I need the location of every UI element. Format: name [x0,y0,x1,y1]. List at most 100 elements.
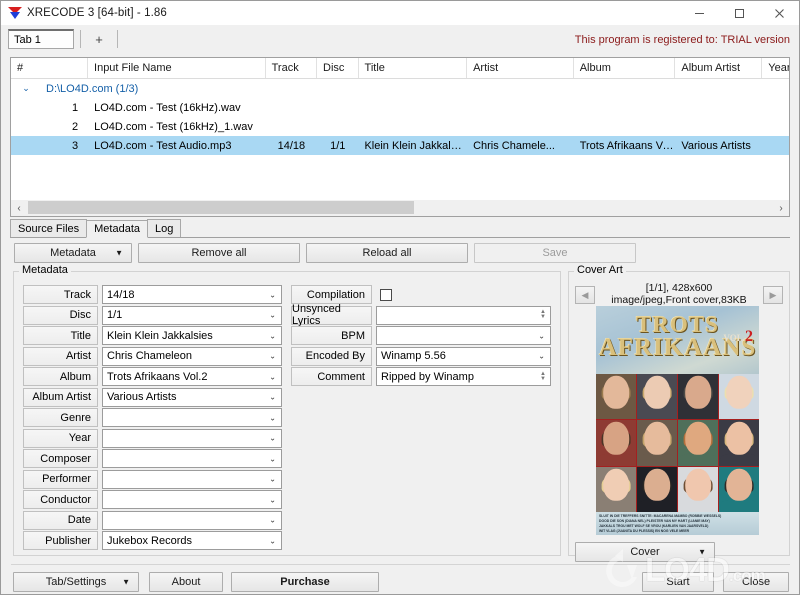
chevron-right-icon[interactable]: › [773,201,789,216]
chevron-down-icon[interactable]: ⌄ [538,331,545,340]
panel-tabs: Source Files Metadata Log [10,219,790,238]
cover-volume-label: VOL.2 [723,328,753,346]
file-list-group-row[interactable]: ⌄ D:\LO4D.com (1/3) [11,79,789,98]
field-label: Title [23,326,98,345]
chevron-down-icon[interactable]: ⌄ [269,475,276,484]
metadata-dropdown-label: Metadata [50,247,96,259]
cover-art-group-label: Cover Art [574,264,626,276]
field-input[interactable]: ⌄ [102,510,282,530]
field-label: BPM [291,326,372,345]
chevron-down-icon[interactable]: ⌄ [269,290,276,299]
spinner-icon[interactable]: ▲ ▼ [540,309,546,320]
column-header-track[interactable]: Track [266,58,317,78]
table-row[interactable]: 1 LO4D.com - Test (16kHz).wav [11,98,789,117]
xrecode-main-window: XRECODE 3 [64-bit] - 1.86 Tab 1 + This p… [0,0,800,595]
cover-face-2 [637,374,677,420]
close-button[interactable]: Close [723,572,789,592]
column-header-album[interactable]: Album [574,58,676,78]
chevron-down-icon[interactable]: ⌄ [269,516,276,525]
field-input[interactable]: ⌄ [376,326,551,345]
chevron-down-icon[interactable]: ⌄ [269,311,276,320]
field-input[interactable]: Winamp 5.56 ⌄ [376,346,551,366]
tab-settings-button[interactable]: Tab/Settings ▼ [13,572,139,592]
chevron-down-icon[interactable]: ⌄ [269,536,276,545]
file-list-header: # Input File Name Track Disc Title Artist Albu… [11,58,789,79]
tab-log[interactable]: Log [147,219,182,237]
cell-num: 3 [71,139,79,152]
file-list-horizontal-scrollbar[interactable]: ‹ › [10,200,790,217]
window-title: XRECODE 3 [64-bit] - 1.86 [27,7,167,19]
field-input[interactable]: 14/18 ⌄ [102,285,282,304]
cover-face-grid [596,374,759,512]
scrollbar-track[interactable] [27,200,773,216]
field-input[interactable]: 1/1 ⌄ [102,305,282,325]
reload-all-button[interactable]: Reload all [306,243,468,263]
field-label: Artist [23,346,98,366]
chevron-left-icon[interactable]: ‹ [11,201,27,216]
column-header-[interactable]: # [11,58,89,78]
cover-info-line2: image/jpeg,Front cover,83KB [611,294,747,306]
cover-next-button[interactable]: ▶ [763,286,783,304]
add-tab-button[interactable]: + [81,29,117,49]
file-list[interactable]: # Input File Name Track Disc Title Artist Albu… [10,57,790,217]
metadata-dropdown-button[interactable]: Metadata ▼ [14,243,132,263]
chevron-down-icon[interactable]: ⌄ [269,372,276,381]
chevron-down-icon[interactable]: ⌄ [269,331,276,340]
cover-tracklist-strip: SLUIT IN DIE TREFFERS SNITTE: MACARENA M… [596,512,759,535]
table-row[interactable]: 2 LO4D.com - Test (16kHz)_1.wav [11,117,789,136]
field-input[interactable]: Klein Klein Jakkalsies ⌄ [102,326,282,345]
start-button[interactable]: Start [642,572,714,592]
chevron-down-icon[interactable]: ⌄ [269,434,276,443]
column-header-album-artist[interactable]: Album Artist [675,58,763,78]
cover-info-line1: [1/1], 428x600 [645,282,713,294]
field-input[interactable]: Various Artists ⌄ [102,387,282,407]
field-input[interactable]: Ripped by Winamp ▲ ▼ [376,367,551,386]
field-input[interactable]: Jukebox Records ⌄ [102,531,282,550]
column-header-year[interactable]: Year [762,58,789,78]
chevron-down-icon[interactable]: ⌄ [538,352,545,361]
field-label: Publisher [23,531,98,550]
cover-face-6 [637,420,677,466]
compilation-checkbox[interactable] [380,288,392,301]
maximize-icon[interactable] [719,1,759,25]
cell-title: Klein Klein Jakkalsies [364,139,468,152]
field-input[interactable]: Chris Chameleon ⌄ [102,346,282,366]
field-input[interactable]: ⌄ [102,469,282,489]
chevron-down-icon: ▼ [115,248,123,258]
save-button[interactable]: Save [474,243,636,263]
cover-type-dropdown[interactable]: Cover ▼ [575,542,715,562]
tab-metadata[interactable]: Metadata [86,220,149,238]
scrollbar-thumb[interactable] [28,200,414,214]
column-header-disc[interactable]: Disc [317,58,359,78]
field-input[interactable]: Trots Afrikaans Vol.2 ⌄ [102,367,282,386]
tab-tab1[interactable]: Tab 1 [8,29,74,49]
chevron-down-icon: ▼ [698,547,706,557]
chevron-down-icon[interactable]: ⌄ [269,393,276,402]
chevron-down-icon[interactable]: ⌄ [19,83,33,94]
field-label: Encoded By [291,346,372,366]
chevron-down-icon[interactable]: ⌄ [269,454,276,463]
cover-face-4 [719,374,759,420]
chevron-down-icon[interactable]: ⌄ [269,413,276,422]
minimize-icon[interactable] [679,1,719,25]
column-header-input-file-name[interactable]: Input File Name [88,58,266,78]
field-input[interactable]: ⌄ [102,408,282,427]
field-input[interactable]: ⌄ [102,428,282,448]
purchase-button[interactable]: Purchase [231,572,379,592]
field-label: Performer [23,469,98,489]
field-input[interactable]: ▲ ▼ [376,305,551,325]
chevron-down-icon[interactable]: ⌄ [269,495,276,504]
about-button[interactable]: About [149,572,223,592]
column-header-title[interactable]: Title [359,58,468,78]
cover-prev-button[interactable]: ◀ [575,286,595,304]
chevron-down-icon[interactable]: ⌄ [269,352,276,361]
column-header-artist[interactable]: Artist [467,58,574,78]
field-input[interactable]: ⌄ [102,490,282,509]
table-row[interactable]: 3 LO4D.com - Test Audio.mp3 14/18 1/1 Klein … [11,136,789,155]
cover-art-image[interactable]: TROTS AFRIKAANS VOL.2 SLUIT IN DIE TREFF… [596,306,759,535]
remove-all-button[interactable]: Remove all [138,243,300,263]
spinner-icon[interactable]: ▲ ▼ [540,371,546,382]
tab-source-files[interactable]: Source Files [10,219,88,237]
close-icon[interactable] [759,1,799,25]
field-input[interactable]: ⌄ [102,449,282,468]
